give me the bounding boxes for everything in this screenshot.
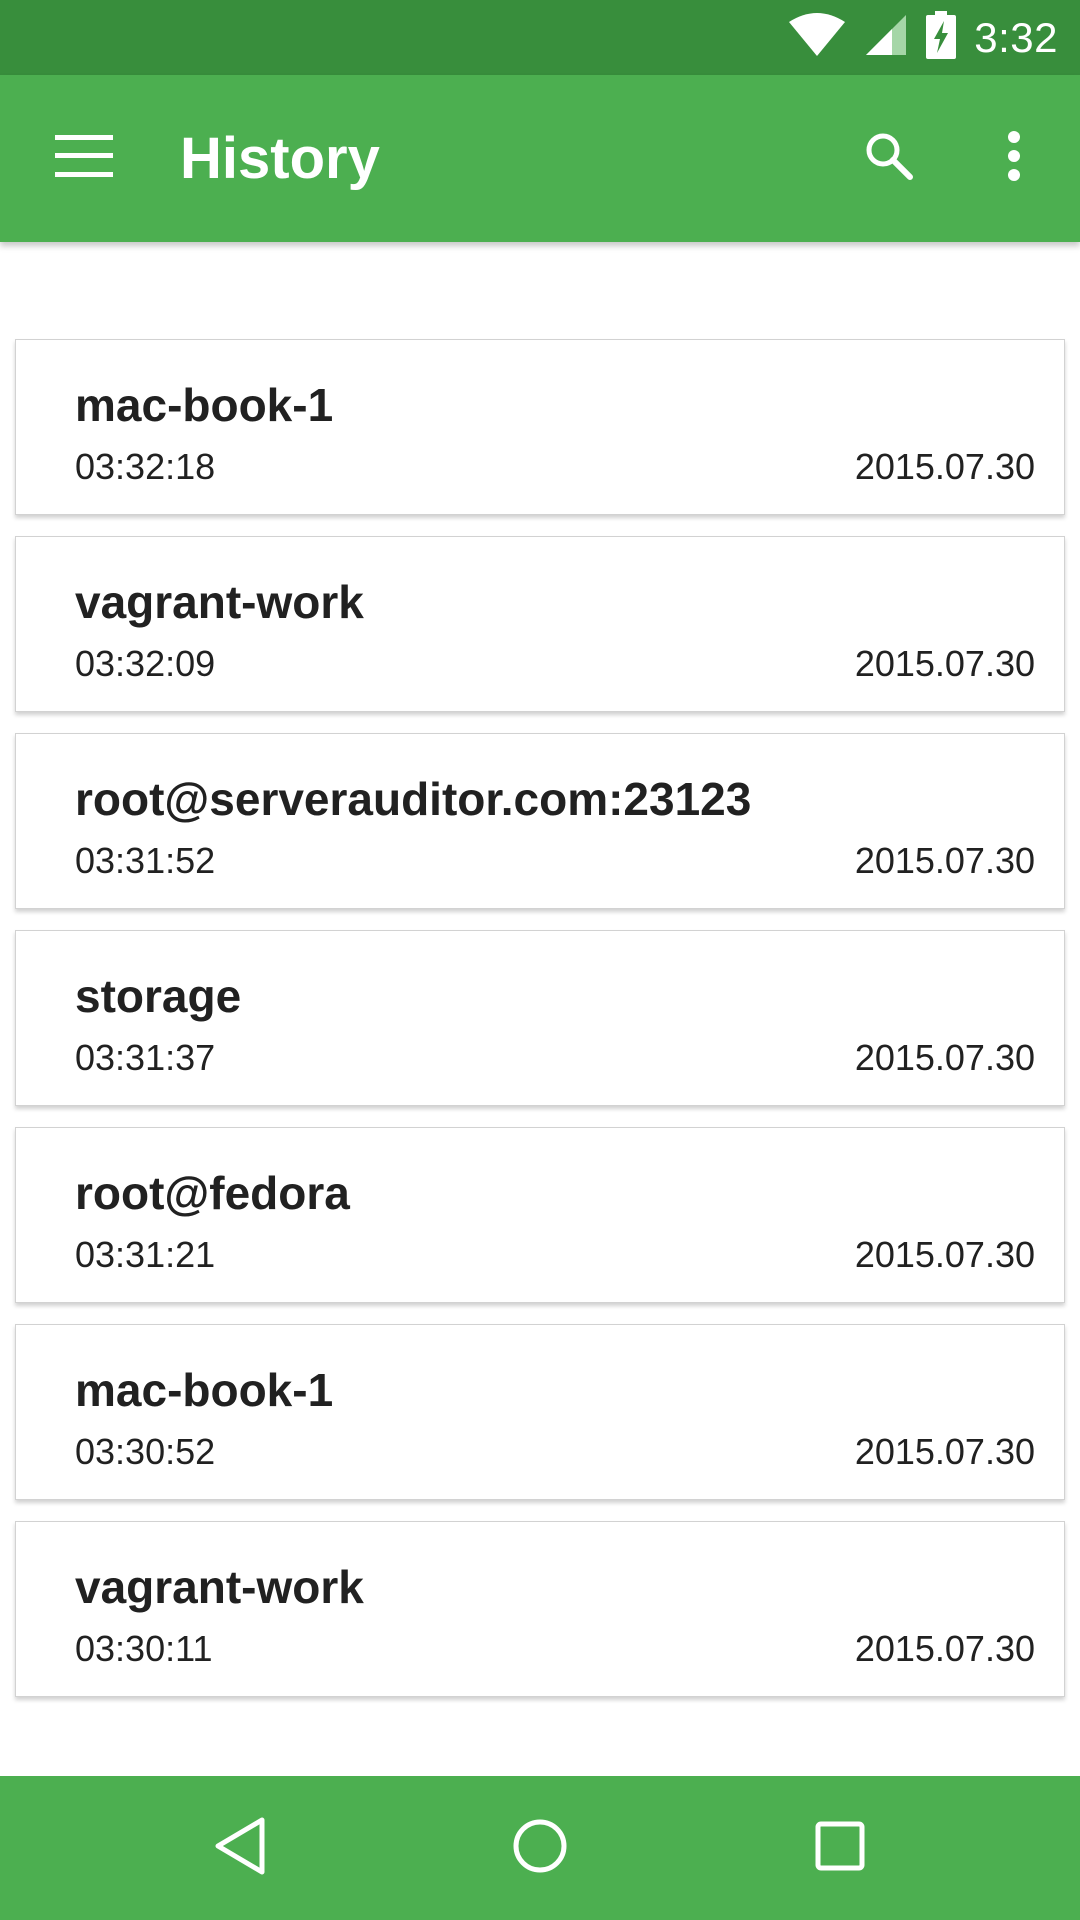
status-bar: 3:32: [0, 0, 1080, 75]
more-options-button[interactable]: [970, 117, 1058, 199]
menu-icon: [55, 134, 113, 182]
status-time: 3:32: [974, 13, 1058, 61]
history-time: 03:32:09: [75, 643, 216, 684]
menu-button[interactable]: [40, 117, 128, 199]
page-title: History: [180, 126, 380, 191]
history-item[interactable]: mac-book-1 03:30:52 2015.07.30: [15, 1324, 1065, 1500]
history-date: 2015.07.30: [854, 1431, 1035, 1472]
history-host: mac-book-1: [75, 1364, 334, 1416]
history-host: vagrant-work: [75, 576, 364, 628]
navigation-bar: [0, 1776, 1080, 1920]
history-date: 2015.07.30: [854, 446, 1035, 487]
history-time: 03:30:52: [75, 1431, 216, 1472]
back-button[interactable]: [180, 1798, 300, 1898]
more-vert-icon: [1006, 130, 1022, 187]
history-host: root@serverauditor.com:23123: [75, 773, 752, 825]
history-item[interactable]: root@fedora 03:31:21 2015.07.30: [15, 1127, 1065, 1303]
history-time: 03:31:37: [75, 1037, 216, 1078]
history-item[interactable]: mac-book-1 03:32:18 2015.07.30: [15, 339, 1065, 515]
history-host: root@fedora: [75, 1167, 350, 1219]
app-bar: History: [0, 75, 1080, 242]
history-date: 2015.07.30: [854, 1234, 1035, 1275]
history-item[interactable]: root@serverauditor.com:23123 03:31:52 20…: [15, 733, 1065, 909]
home-icon: [512, 1818, 568, 1879]
history-item[interactable]: storage 03:31:37 2015.07.30: [15, 930, 1065, 1106]
history-date: 2015.07.30: [854, 840, 1035, 881]
history-date: 2015.07.30: [854, 1037, 1035, 1078]
status-icons: 3:32: [788, 0, 1058, 75]
recents-icon: [814, 1820, 866, 1877]
history-host: storage: [75, 970, 242, 1022]
history-time: 03:30:11: [75, 1628, 213, 1669]
history-host: mac-book-1: [75, 379, 334, 431]
history-list: mac-book-1 03:32:18 2015.07.30 vagrant-w…: [15, 339, 1065, 1718]
history-time: 03:31:21: [75, 1234, 216, 1275]
history-date: 2015.07.30: [854, 1628, 1035, 1669]
battery-charging-icon: [926, 11, 957, 64]
back-icon: [212, 1816, 268, 1881]
search-button[interactable]: [845, 117, 933, 199]
history-host: vagrant-work: [75, 1561, 364, 1613]
history-date: 2015.07.30: [854, 643, 1035, 684]
home-button[interactable]: [480, 1798, 600, 1898]
cell-signal-icon: [864, 13, 908, 62]
recents-button[interactable]: [780, 1798, 900, 1898]
history-time: 03:32:18: [75, 446, 216, 487]
search-icon: [864, 131, 914, 186]
history-time: 03:31:52: [75, 840, 216, 881]
history-item[interactable]: vagrant-work 03:30:11 2015.07.30: [15, 1521, 1065, 1697]
wifi-icon: [788, 12, 846, 63]
history-item[interactable]: vagrant-work 03:32:09 2015.07.30: [15, 536, 1065, 712]
